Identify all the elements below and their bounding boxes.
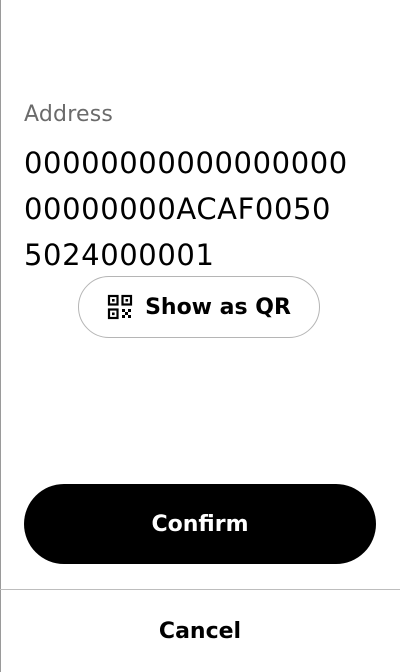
screen-frame-edge <box>0 0 1 672</box>
cancel-button[interactable]: Cancel <box>0 590 400 672</box>
address-line: 5024000001 <box>24 238 215 272</box>
address-line: 00000000ACAF0050 <box>24 192 332 226</box>
show-as-qr-button[interactable]: Show as QR <box>78 276 320 338</box>
cancel-button-label: Cancel <box>158 618 242 644</box>
confirm-button-label: Confirm <box>151 511 249 537</box>
address-value: 00000000000000000 00000000ACAF0050 50240… <box>24 140 369 278</box>
address-label: Address <box>24 102 114 127</box>
address-line: 00000000000000000 <box>24 146 348 180</box>
show-as-qr-label: Show as QR <box>145 294 291 320</box>
qr-code-icon <box>107 294 133 320</box>
confirm-button[interactable]: Confirm <box>24 484 376 564</box>
